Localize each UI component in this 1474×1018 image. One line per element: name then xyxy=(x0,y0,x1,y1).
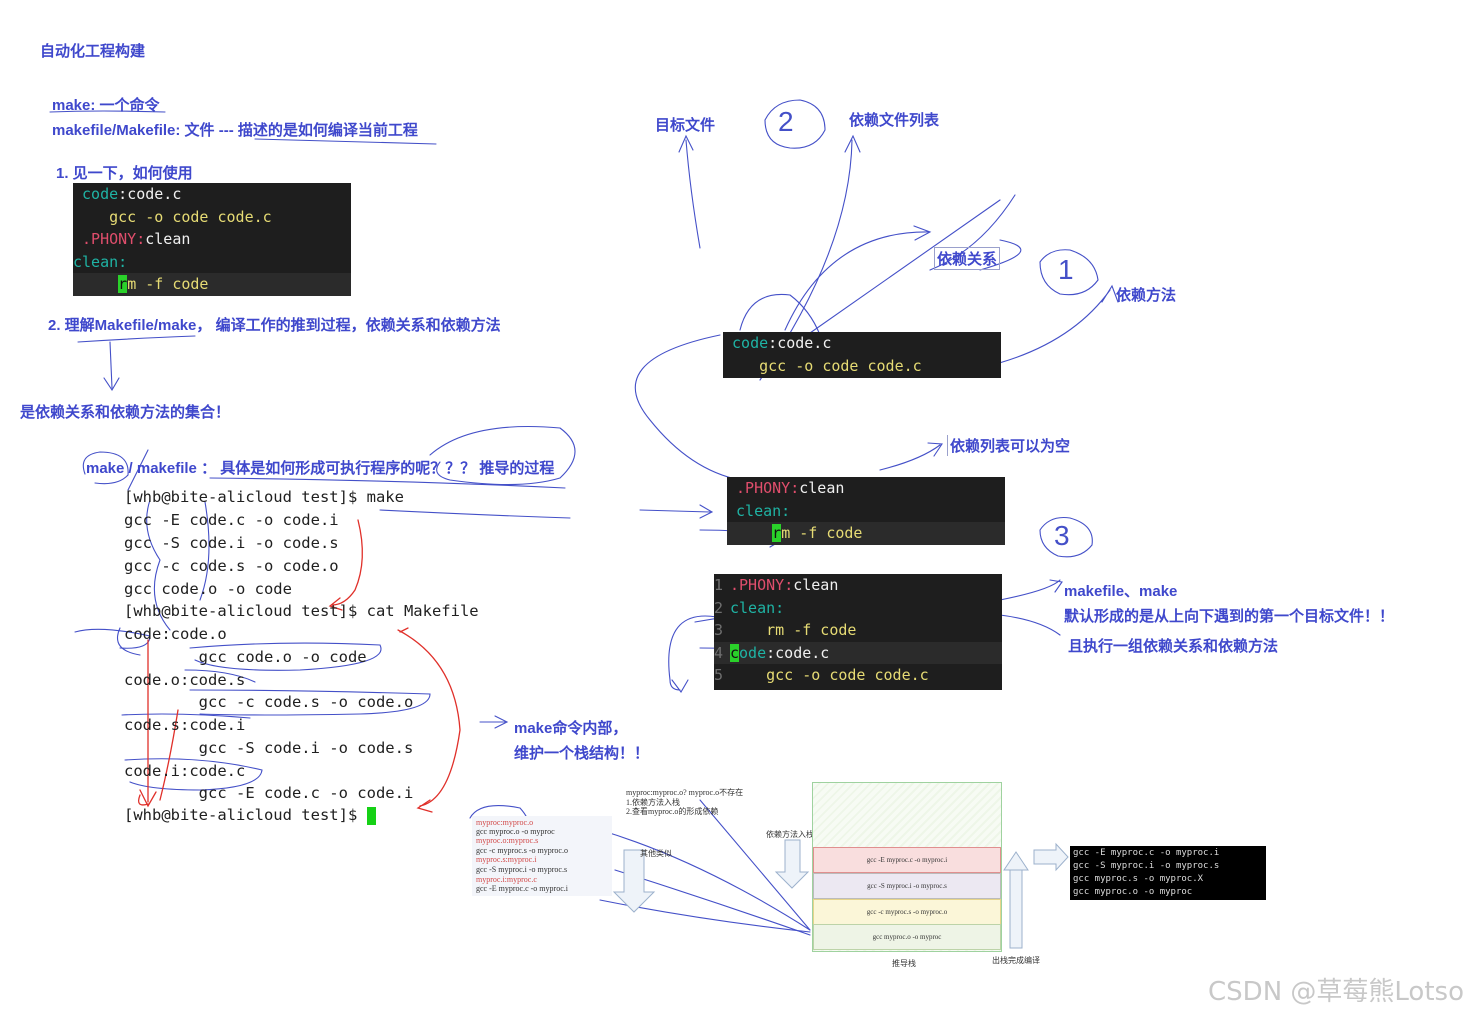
output-line: gcc -E myproc.c -o myproc.i xyxy=(1073,848,1220,858)
terminal-line: gcc -c code.s -o code.o xyxy=(124,557,339,575)
terminal-line: code.o:code.s xyxy=(124,671,246,689)
make-stack-note-2: 维护一个栈结构！！ xyxy=(514,745,650,762)
mini-makefile: myproc:myproc.o gcc myproc.o -o myproc m… xyxy=(472,816,612,896)
make-definition: make: 一个命令 xyxy=(52,97,160,114)
text-cursor: r xyxy=(772,524,782,542)
code-row: .PHONY:clean xyxy=(736,479,845,497)
mini-makefile-line: gcc -c myproc.s -o myproc.o xyxy=(476,846,568,855)
mini-makefile-line: gcc -E myproc.c -o myproc.i xyxy=(476,884,568,893)
code-row: 2 clean: xyxy=(714,598,785,617)
terminal-line: gcc -E code.c -o code.i xyxy=(124,784,414,802)
question-note: make / makefile ： 具体是如何形成可执行程序的呢？？？ 推导的过… xyxy=(86,460,555,477)
circle-number-1: 1 xyxy=(1058,254,1074,285)
make-stack-note-1: make命令内部， xyxy=(514,720,628,737)
page-title: 自动化工程构建 xyxy=(40,43,146,60)
stack-item: gcc myproc.o -o myproc xyxy=(813,924,1001,950)
terminal-prompt: [whb@bite-alicloud test]$ xyxy=(124,806,376,825)
output-line: gcc -S myproc.i -o myproc.s xyxy=(1073,861,1220,871)
collection-note: 是依赖关系和依赖方法的集合！ xyxy=(20,404,231,421)
terminal-line: gcc -c code.s -o code.o xyxy=(124,693,414,711)
terminal-line: [whb@bite-alicloud test]$ make xyxy=(124,488,404,506)
output-line: gcc myproc.o -o myproc xyxy=(1073,887,1193,897)
code-row: gcc -o code code.c xyxy=(723,356,922,375)
section-1-heading: 1. 见一下，如何使用 xyxy=(56,165,193,182)
code-row: .PHONY:clean xyxy=(82,230,191,248)
stack-item: gcc -E myproc.c -o myproc.i xyxy=(813,847,1001,873)
code-row: gcc -o code code.c xyxy=(73,207,272,226)
code-block-ordered: 1 .PHONY:clean 2 clean: 3 rm -f code 4 code… xyxy=(714,574,1002,690)
code-row: 3 rm -f code xyxy=(714,621,857,639)
mini-push-label: 依赖方法入栈 xyxy=(766,830,814,839)
mini-makefile-line: myproc:myproc.o xyxy=(476,818,534,827)
stack-item: gcc -S myproc.i -o myproc.s xyxy=(813,873,1001,899)
label-target-file: 目标文件 xyxy=(655,117,716,134)
terminal-line: [whb@bite-alicloud test]$ cat Makefile xyxy=(124,602,479,620)
mini-makefile-line: myproc.i:myproc.c xyxy=(476,875,537,884)
text-cursor: r xyxy=(118,275,128,293)
terminal-line: code.i:code.c xyxy=(124,762,246,780)
code-row: code:code.c xyxy=(82,185,182,203)
code-block-rule: code:code.c gcc -o code code.c xyxy=(723,332,1001,378)
mini-makefile-line: myproc.s:myproc.i xyxy=(476,855,537,864)
default-target-note-2: 默认形成的是从上向下遇到的第一个目标文件！！ xyxy=(1064,608,1395,625)
watermark: CSDN @草莓熊Lotso xyxy=(1208,977,1464,1007)
terminal-line: gcc -S code.i -o code.s xyxy=(124,739,414,757)
terminal-line: gcc code.o -o code xyxy=(124,580,292,598)
terminal-line: gcc -S code.i -o code.s xyxy=(124,534,339,552)
text-cursor: c xyxy=(730,643,740,662)
mini-makefile-line: gcc -S myproc.i -o myproc.s xyxy=(476,865,568,874)
mini-pop-label: 出栈完成编译 xyxy=(992,956,1040,965)
default-target-note-1: makefile、make xyxy=(1064,583,1178,600)
circle-number-3: 3 xyxy=(1054,520,1070,551)
code-row: code:code.c xyxy=(732,334,832,352)
code-row: rm -f code xyxy=(727,522,1005,545)
mini-compile-output: gcc -E myproc.c -o myproc.i gcc -S mypro… xyxy=(1070,846,1266,900)
terminal-line: gcc code.o -o code xyxy=(124,648,367,666)
terminal-line: gcc -E code.c -o code.i xyxy=(124,511,339,529)
stack-item: gcc -c myproc.s -o myproc.o xyxy=(813,899,1001,925)
code-row: clean: xyxy=(736,501,791,520)
section-2-heading: 2. 理解Makefile/make， 编译工作的推到过程，依赖关系和依赖方法 xyxy=(48,317,501,334)
code-block-makefile-1: code:code.c gcc -o code code.c .PHONY:cl… xyxy=(73,183,351,296)
mini-note-2: 2.查看myproc.o的形成依赖 xyxy=(626,807,719,816)
code-block-phony: .PHONY:clean clean: rm -f code xyxy=(727,477,1005,545)
terminal-line: code.s:code.i xyxy=(124,716,246,734)
mini-recursion-note: 其他类似 xyxy=(640,849,672,858)
mini-makefile-line: myproc.o:myproc.s xyxy=(476,836,539,845)
derivation-stack: gcc -E myproc.c -o myproc.i gcc -S mypro… xyxy=(812,782,1002,952)
code-row: 4 code:code.c xyxy=(714,641,1002,664)
label-dependency-method: 依赖方法 xyxy=(1116,287,1177,304)
circle-number-2: 2 xyxy=(778,106,794,137)
label-dependency-list: 依赖文件列表 xyxy=(849,112,940,129)
output-line: gcc myproc.s -o myproc.X xyxy=(1073,874,1204,884)
label-dependency-relation: 依赖关系 xyxy=(934,247,1001,270)
code-row: rm -f code xyxy=(73,273,351,296)
terminal-line: code:code.o xyxy=(124,625,227,643)
terminal-cursor xyxy=(366,806,376,825)
label-deps-can-be-empty: 依赖列表可以为空 xyxy=(947,435,1070,456)
makefile-definition: makefile/Makefile: 文件 --- 描述的是如何编译当前工程 xyxy=(52,122,418,139)
stack-name: 推导栈 xyxy=(892,959,916,968)
code-row: 5 gcc -o code code.c xyxy=(714,666,929,684)
mini-makefile-line: gcc myproc.o -o myproc xyxy=(476,827,555,836)
code-row: 1 .PHONY:clean xyxy=(714,576,839,594)
code-row: clean: xyxy=(73,252,128,271)
default-target-note-3: 且执行一组依赖关系和依赖方法 xyxy=(1068,638,1279,655)
